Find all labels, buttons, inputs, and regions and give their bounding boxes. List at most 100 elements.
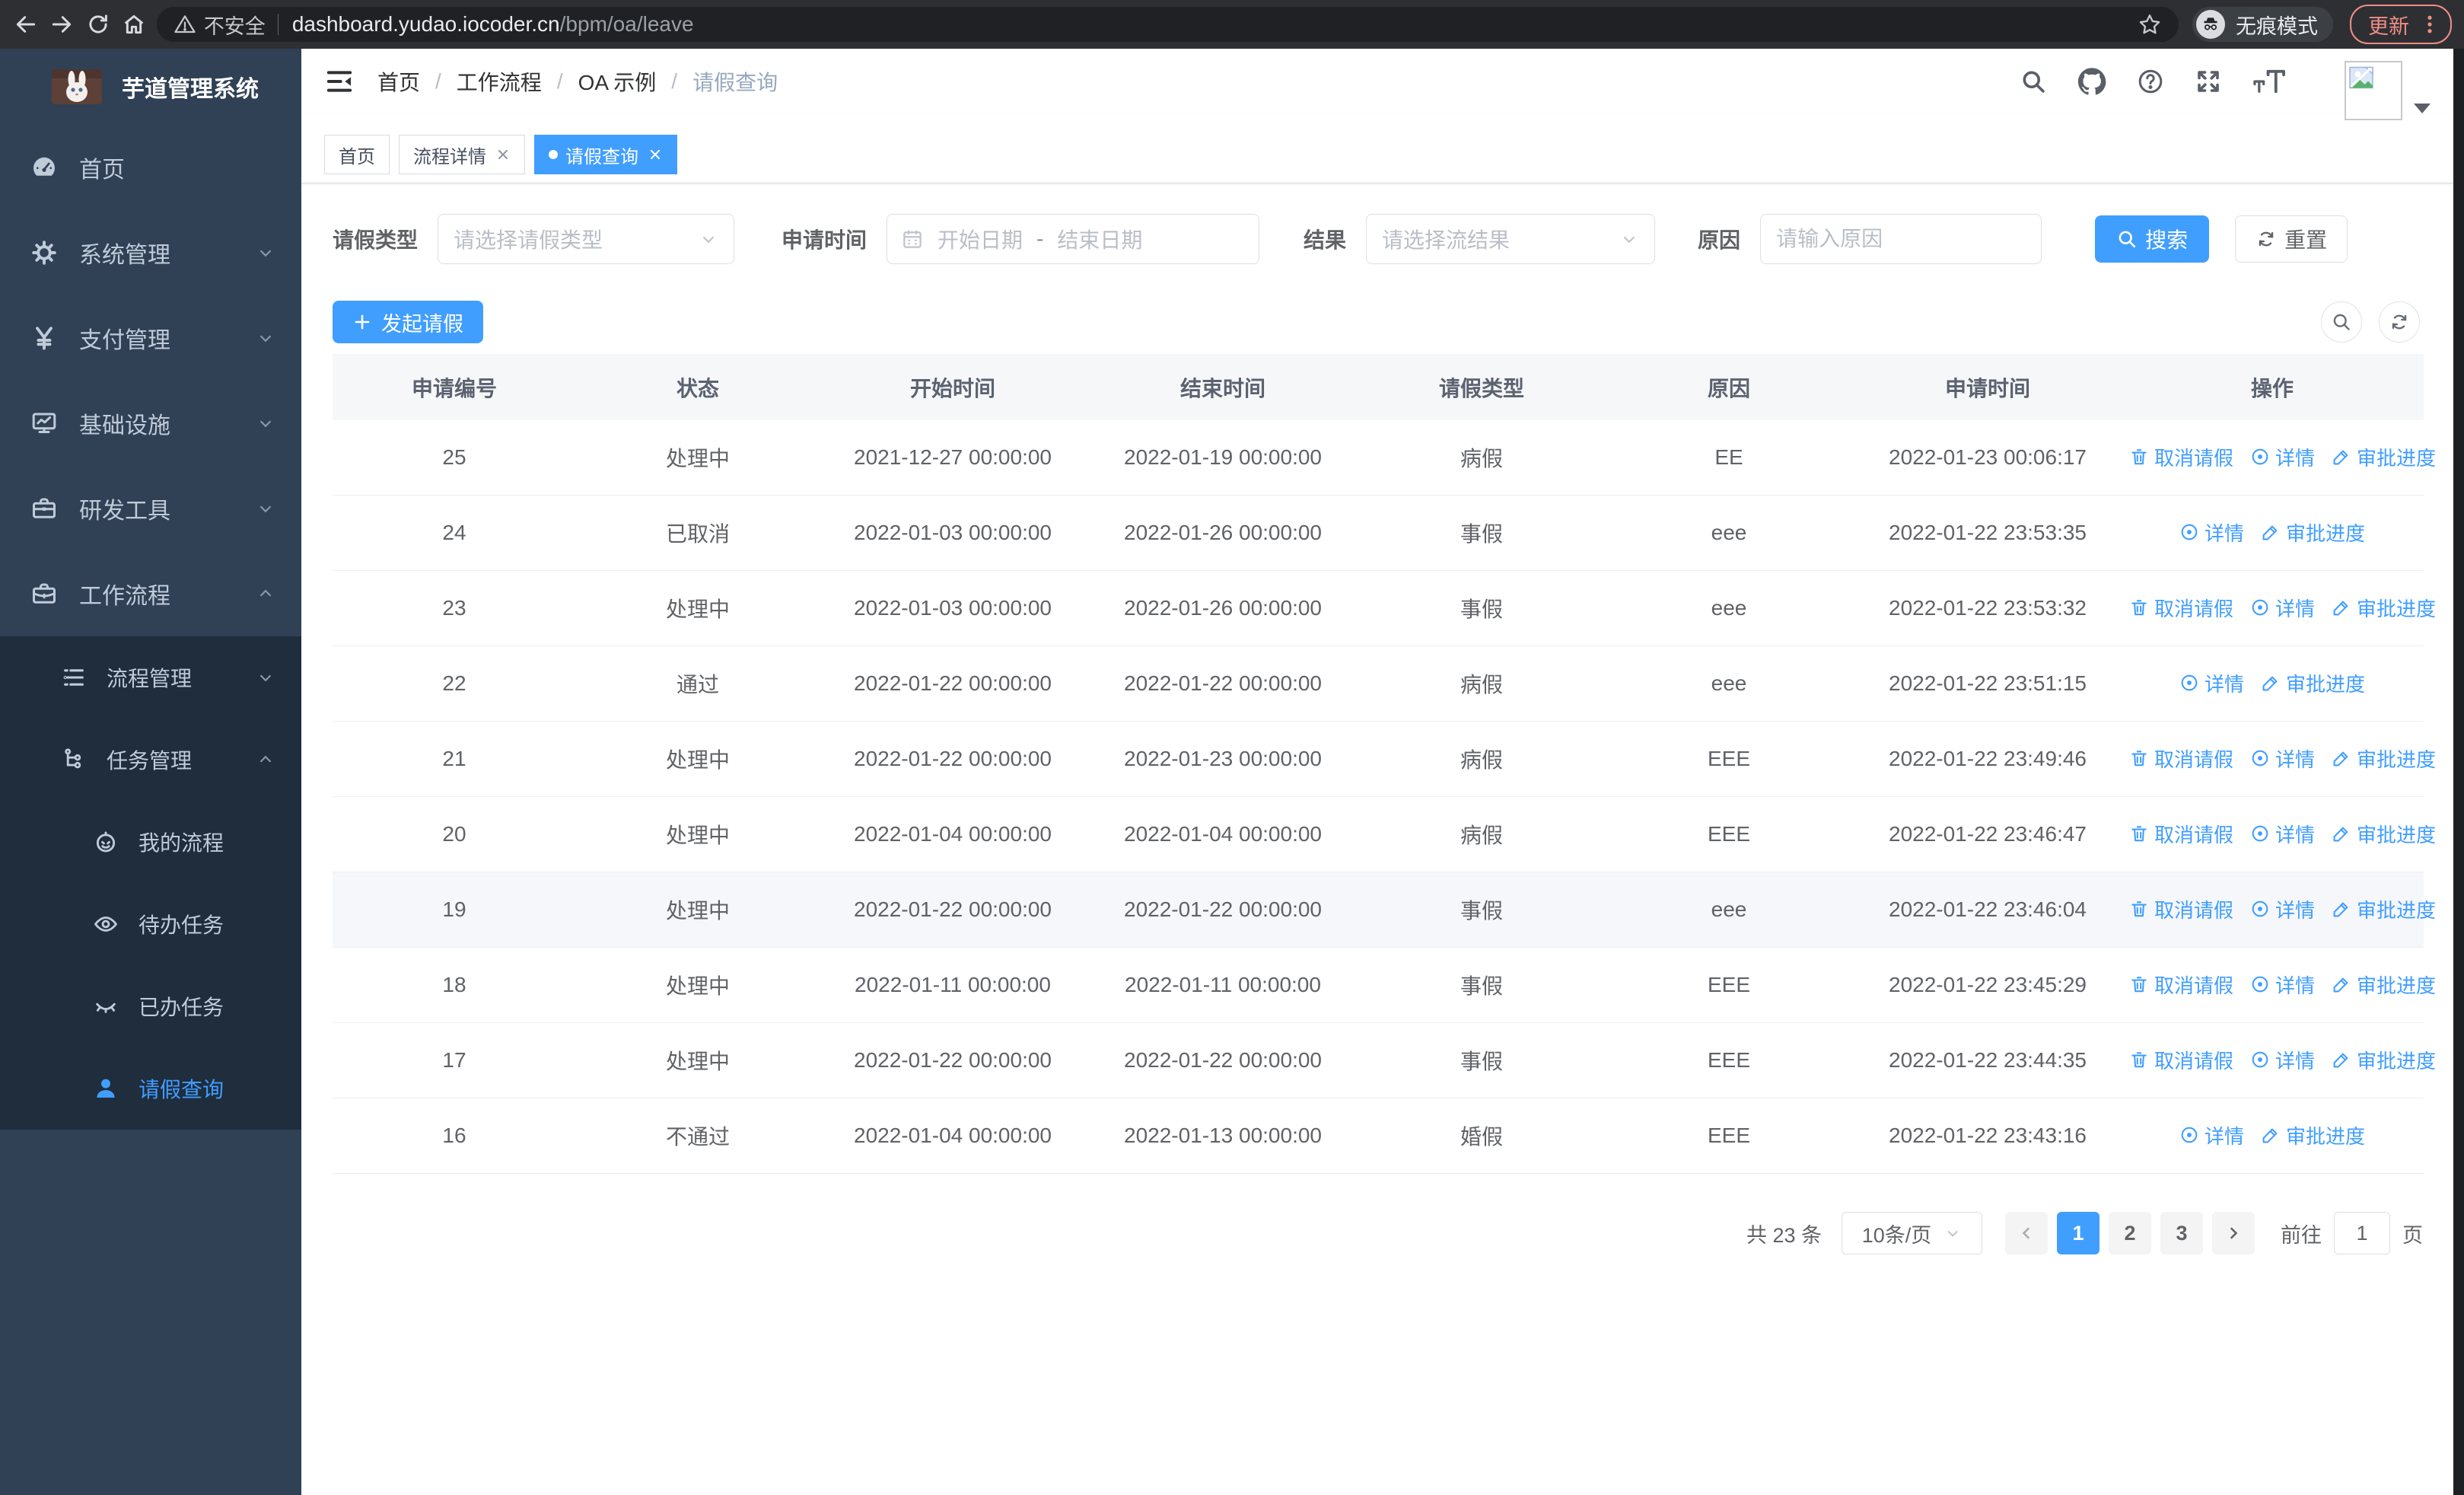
create-leave-button[interactable]: 发起请假 [333,301,483,343]
cell-actions: 取消请假 详情 审批进度 [2121,721,2436,797]
next-page-button[interactable] [2212,1212,2255,1254]
github-icon[interactable] [2077,67,2106,96]
forward-icon[interactable] [49,9,74,40]
date-range-input[interactable]: 开始日期 - 结束日期 [887,214,1260,264]
cell-apply-time: 2022-01-22 23:49:46 [1854,721,2121,797]
update-button[interactable]: 更新 [2350,5,2452,44]
action-progress-link[interactable]: 审批进度 [2261,1121,2365,1149]
action-cancel-link[interactable]: 取消请假 [2129,744,2233,773]
incognito-badge: 无痕模式 [2192,7,2333,42]
goto-page: 前往 页 [2281,1212,2423,1254]
reload-icon[interactable] [85,9,110,40]
action-detail-link[interactable]: 详情 [2250,443,2315,471]
page-suffix: 页 [2402,1223,2423,1247]
action-progress-link[interactable]: 审批进度 [2332,895,2436,923]
result-select[interactable]: 请选择流结果 [1366,214,1656,264]
action-progress-link[interactable]: 审批进度 [2332,971,2436,999]
action-progress-link[interactable]: 审批进度 [2332,594,2436,622]
action-detail-link[interactable]: 详情 [2250,594,2315,622]
action-detail-link[interactable]: 详情 [2250,820,2315,848]
url-bar[interactable]: 不安全 dashboard.yudao.iocoder.cn /bpm/oa/l… [156,7,2179,42]
cell-actions: 详情 审批进度 [2121,1098,2424,1174]
tab-label: 首页 [339,146,375,167]
sidebar-logo[interactable]: 芋道管理系统 [0,49,301,125]
chevron-down-icon [256,413,275,433]
search-button-label: 搜索 [2145,228,2189,252]
action-progress-link[interactable]: 审批进度 [2332,443,2436,471]
table-row: 18 处理中 2022-01-11 00:00:00 2022-01-11 00:00… [333,947,2436,1023]
home-icon[interactable] [121,9,146,40]
eye-icon [2181,1127,2198,1143]
avatar-caret-icon[interactable] [2414,104,2431,113]
sidebar-item-done-tasks[interactable]: 已办任务 [0,965,301,1047]
cell-apply-id: 18 [333,947,576,1023]
sidebar-item-leave-query[interactable]: 请假查询 [0,1047,301,1130]
browser-menu-icon[interactable] [2418,13,2441,36]
sidebar-item-payment[interactable]: 支付管理 [0,295,301,381]
action-progress-link[interactable]: 审批进度 [2332,820,2436,848]
sidebar-item-infra[interactable]: 基础设施 [0,381,301,466]
sidebar-item-workflow[interactable]: 工作流程 [0,551,301,636]
page-size-select[interactable]: 10条/页 [1842,1212,1982,1254]
action-label: 审批进度 [2357,898,2437,922]
close-icon[interactable] [495,147,511,162]
action-detail-link[interactable]: 详情 [2250,744,2315,773]
action-progress-link[interactable]: 审批进度 [2261,518,2365,547]
action-detail-link[interactable]: 详情 [2250,1046,2315,1074]
cell-actions: 取消请假 详情 审批进度 [2121,872,2436,948]
bookmark-star-icon[interactable] [2138,12,2162,37]
sidebar-item-my-process[interactable]: 我的流程 [0,801,301,883]
action-progress-link[interactable]: 审批进度 [2332,1046,2436,1074]
fullscreen-icon[interactable] [2195,68,2222,95]
breadcrumb-home[interactable]: 首页 [377,66,420,97]
search-icon[interactable] [2020,68,2047,95]
tab-process-detail[interactable]: 流程详情 [399,135,525,174]
breadcrumb-workflow[interactable]: 工作流程 [457,66,542,97]
action-cancel-link[interactable]: 取消请假 [2129,1046,2233,1074]
action-progress-link[interactable]: 审批进度 [2261,669,2365,697]
action-progress-link[interactable]: 审批进度 [2332,744,2436,773]
action-cancel-link[interactable]: 取消请假 [2129,895,2233,923]
refresh-table-button[interactable] [2379,301,2420,343]
reason-input[interactable] [1760,214,2042,264]
back-icon[interactable] [13,9,38,40]
help-icon[interactable] [2137,68,2164,95]
sidebar-item-task-mgmt[interactable]: 任务管理 [0,719,301,801]
action-label: 详情 [2204,672,2244,696]
sidebar-item-devtools[interactable]: 研发工具 [0,466,301,551]
action-detail-link[interactable]: 详情 [2250,895,2315,923]
page-button-1[interactable]: 1 [2057,1212,2099,1254]
avatar[interactable] [2345,61,2402,120]
reset-button[interactable]: 重置 [2235,215,2348,263]
action-detail-link[interactable]: 详情 [2250,971,2315,999]
tab-home[interactable]: 首页 [324,135,390,174]
sidebar-item-system[interactable]: 系统管理 [0,210,301,295]
close-icon[interactable] [648,147,663,162]
action-cancel-link[interactable]: 取消请假 [2129,971,2233,999]
pager: 1 2 3 [2005,1212,2255,1254]
show-search-toggle-button[interactable] [2321,301,2362,343]
table-row: 22 通过 2022-01-22 00:00:00 2022-01-22 00:00:… [333,645,2424,722]
action-cancel-link[interactable]: 取消请假 [2129,820,2233,848]
cell-leave-type: 事假 [1360,495,1603,571]
sidebar-item-home[interactable]: 首页 [0,125,301,210]
goto-page-input[interactable] [2334,1212,2390,1254]
action-detail-link[interactable]: 详情 [2179,1121,2244,1149]
search-button[interactable]: 搜索 [2095,215,2210,263]
sidebar-collapse-icon[interactable] [324,66,355,97]
cell-apply-time: 2022-01-22 23:44:35 [1854,1022,2121,1098]
sidebar-item-process-mgmt[interactable]: 流程管理 [0,636,301,719]
action-detail-link[interactable]: 详情 [2179,669,2244,697]
cell-apply-time: 2022-01-22 23:46:47 [1854,796,2121,872]
tab-leave-query[interactable]: 请假查询 [534,135,677,174]
action-detail-link[interactable]: 详情 [2179,518,2244,547]
action-cancel-link[interactable]: 取消请假 [2129,443,2233,471]
prev-page-button[interactable] [2005,1212,2048,1254]
page-button-2[interactable]: 2 [2109,1212,2151,1254]
action-cancel-link[interactable]: 取消请假 [2129,594,2233,622]
breadcrumb-oa-demo[interactable]: OA 示例 [578,66,657,97]
page-button-3[interactable]: 3 [2160,1212,2203,1254]
font-size-icon[interactable] [2252,67,2286,96]
sidebar-item-todo-tasks[interactable]: 待办任务 [0,883,301,965]
leave-type-select[interactable]: 请选择请假类型 [438,214,735,264]
